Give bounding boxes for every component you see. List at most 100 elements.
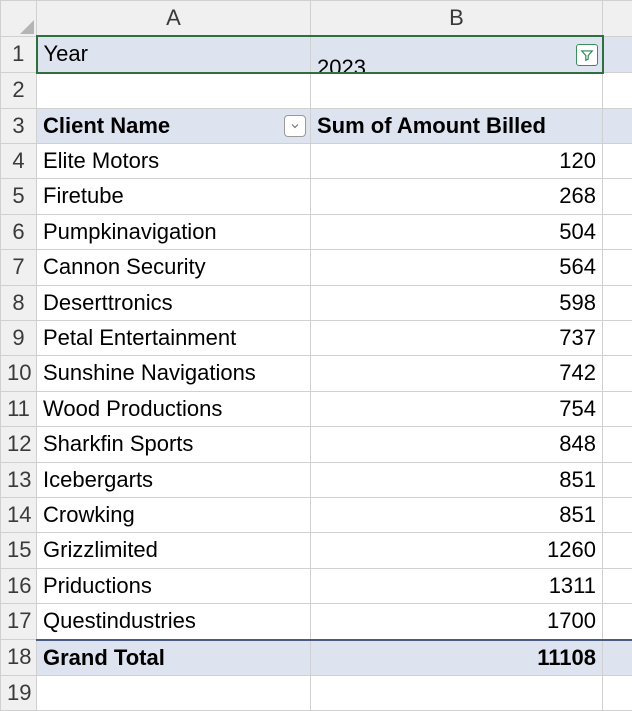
row-header-15[interactable]: 15 <box>1 533 37 568</box>
empty-cell[interactable] <box>603 640 632 676</box>
row-header-4[interactable]: 4 <box>1 144 37 179</box>
empty-cell[interactable] <box>603 391 632 426</box>
table-row: 13Icebergarts851 <box>1 462 632 497</box>
table-row: 4Elite Motors120 <box>1 144 632 179</box>
row-header-6[interactable]: 6 <box>1 214 37 249</box>
row-header-19[interactable]: 19 <box>1 675 37 710</box>
client-name-cell[interactable]: Deserttronics <box>37 285 311 320</box>
empty-cell[interactable] <box>603 356 632 391</box>
client-name-cell[interactable]: Wood Productions <box>37 391 311 426</box>
amount-billed-cell[interactable]: 598 <box>311 285 603 320</box>
empty-cell[interactable] <box>603 427 632 462</box>
pivot-header-row: 3 Client Name Sum of Amount Billed <box>1 108 632 143</box>
empty-cell[interactable] <box>603 604 632 640</box>
empty-cell[interactable] <box>603 533 632 568</box>
header-client-label: Client Name <box>43 113 170 138</box>
row-header-11[interactable]: 11 <box>1 391 37 426</box>
amount-billed-cell[interactable]: 1700 <box>311 604 603 640</box>
row-header-9[interactable]: 9 <box>1 321 37 356</box>
client-name-cell[interactable]: Sunshine Navigations <box>37 356 311 391</box>
table-row: 17Questindustries1700 <box>1 604 632 640</box>
table-row: 10Sunshine Navigations742 <box>1 356 632 391</box>
column-header-row: A B <box>1 1 632 37</box>
amount-billed-cell[interactable]: 754 <box>311 391 603 426</box>
client-name-cell[interactable]: Questindustries <box>37 604 311 640</box>
empty-cell[interactable] <box>37 73 311 108</box>
client-name-cell[interactable]: Sharkfin Sports <box>37 427 311 462</box>
client-name-cell[interactable]: Firetube <box>37 179 311 214</box>
table-row: 7Cannon Security564 <box>1 250 632 285</box>
amount-billed-cell[interactable]: 1260 <box>311 533 603 568</box>
table-row: 5Firetube268 <box>1 179 632 214</box>
row-header-8[interactable]: 8 <box>1 285 37 320</box>
table-row: 9Petal Entertainment737 <box>1 321 632 356</box>
amount-billed-cell[interactable]: 851 <box>311 497 603 532</box>
row-header-7[interactable]: 7 <box>1 250 37 285</box>
amount-billed-cell[interactable]: 268 <box>311 179 603 214</box>
amount-billed-cell[interactable]: 564 <box>311 250 603 285</box>
row-header-2[interactable]: 2 <box>1 73 37 108</box>
amount-billed-cell[interactable]: 737 <box>311 321 603 356</box>
empty-cell[interactable] <box>603 497 632 532</box>
amount-billed-cell[interactable]: 504 <box>311 214 603 249</box>
grand-total-label[interactable]: Grand Total <box>37 640 311 676</box>
row-header-10[interactable]: 10 <box>1 356 37 391</box>
empty-cell[interactable] <box>311 675 603 710</box>
empty-cell[interactable] <box>603 73 632 108</box>
client-name-cell[interactable]: Elite Motors <box>37 144 311 179</box>
row-header-18[interactable]: 18 <box>1 640 37 676</box>
client-name-cell[interactable]: Pumpkinavigation <box>37 214 311 249</box>
row-header-14[interactable]: 14 <box>1 497 37 532</box>
amount-billed-cell[interactable]: 742 <box>311 356 603 391</box>
table-row: 11Wood Productions754 <box>1 391 632 426</box>
amount-billed-cell[interactable]: 851 <box>311 462 603 497</box>
client-name-cell[interactable]: Crowking <box>37 497 311 532</box>
blank-row: 2 <box>1 73 632 108</box>
client-name-cell[interactable]: Priductions <box>37 568 311 603</box>
spreadsheet-grid[interactable]: A B 1 Year 2023 2 3 Client Name Sum of A… <box>0 0 632 711</box>
row-header-3[interactable]: 3 <box>1 108 37 143</box>
client-name-cell[interactable]: Icebergarts <box>37 462 311 497</box>
pivot-filter-row: 1 Year 2023 <box>1 36 632 72</box>
row-header-13[interactable]: 13 <box>1 462 37 497</box>
filter-field-label[interactable]: Year <box>37 36 311 72</box>
row-header-16[interactable]: 16 <box>1 568 37 603</box>
row-header-5[interactable]: 5 <box>1 179 37 214</box>
empty-cell[interactable] <box>603 36 632 72</box>
col-header-A[interactable]: A <box>37 1 311 37</box>
pivot-row-field-header[interactable]: Client Name <box>37 108 311 143</box>
pivot-value-field-header[interactable]: Sum of Amount Billed <box>311 108 603 143</box>
empty-cell[interactable] <box>311 73 603 108</box>
empty-cell[interactable] <box>603 214 632 249</box>
empty-cell[interactable] <box>603 179 632 214</box>
empty-cell[interactable] <box>603 568 632 603</box>
filter-funnel-icon[interactable] <box>576 44 598 66</box>
empty-cell[interactable] <box>37 675 311 710</box>
amount-billed-cell[interactable]: 1311 <box>311 568 603 603</box>
empty-cell[interactable] <box>603 462 632 497</box>
select-all-corner[interactable] <box>1 1 37 37</box>
amount-billed-cell[interactable]: 120 <box>311 144 603 179</box>
empty-cell[interactable] <box>603 285 632 320</box>
table-row: 8Deserttronics598 <box>1 285 632 320</box>
empty-cell[interactable] <box>603 675 632 710</box>
grand-total-value[interactable]: 11108 <box>311 640 603 676</box>
empty-cell[interactable] <box>603 250 632 285</box>
client-name-cell[interactable]: Petal Entertainment <box>37 321 311 356</box>
empty-cell[interactable] <box>603 321 632 356</box>
chevron-down-icon[interactable] <box>284 115 306 137</box>
col-header-C[interactable] <box>603 1 632 37</box>
row-header-12[interactable]: 12 <box>1 427 37 462</box>
amount-billed-cell[interactable]: 848 <box>311 427 603 462</box>
client-name-cell[interactable]: Cannon Security <box>37 250 311 285</box>
row-header-1[interactable]: 1 <box>1 36 37 72</box>
table-row: 14Crowking851 <box>1 497 632 532</box>
col-header-B[interactable]: B <box>311 1 603 37</box>
empty-cell[interactable] <box>603 108 632 143</box>
row-header-17[interactable]: 17 <box>1 604 37 640</box>
filter-field-value-cell[interactable]: 2023 <box>311 36 603 72</box>
empty-cell[interactable] <box>603 144 632 179</box>
client-name-cell[interactable]: Grizzlimited <box>37 533 311 568</box>
table-row: 16Priductions1311 <box>1 568 632 603</box>
table-row: 6Pumpkinavigation504 <box>1 214 632 249</box>
